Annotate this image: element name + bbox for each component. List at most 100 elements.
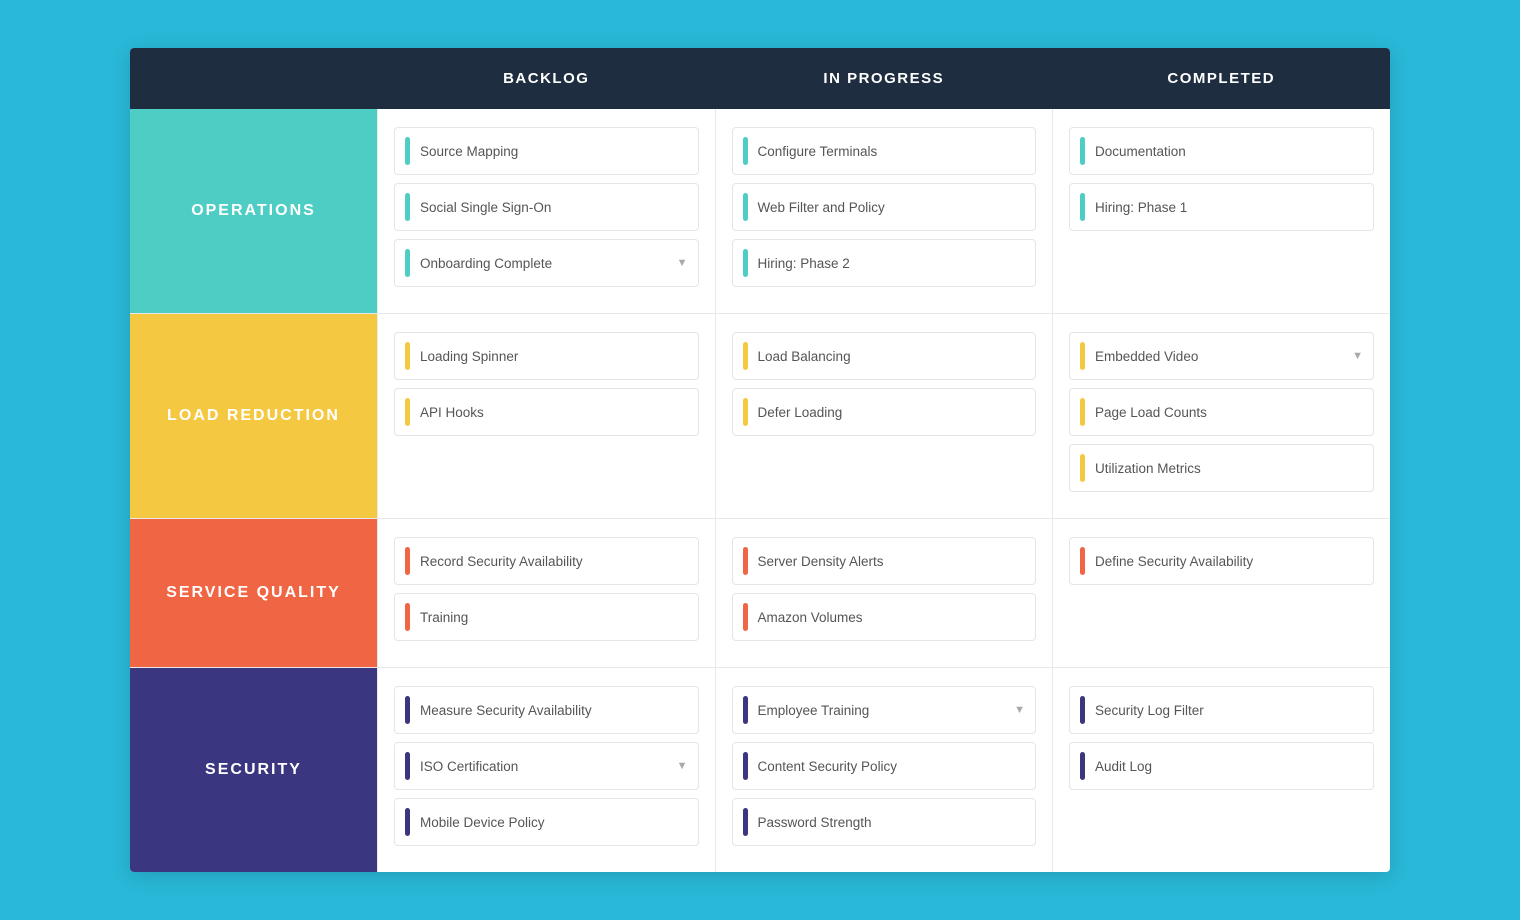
card-stripe <box>1080 696 1085 724</box>
card-text: Hiring: Phase 1 <box>1095 200 1363 215</box>
card-item[interactable]: Social Single Sign-On <box>394 183 699 231</box>
completed-header-label: COMPLETED <box>1167 70 1275 87</box>
card-stripe <box>743 137 748 165</box>
card-text: Utilization Metrics <box>1095 461 1363 476</box>
card-stripe <box>743 249 748 277</box>
backlog-cell-row3: Measure Security Availability ISO Certifi… <box>378 668 716 873</box>
card-text: Employee Training <box>758 703 1009 718</box>
card-text: Social Single Sign-On <box>420 200 688 215</box>
card-text: Source Mapping <box>420 144 688 159</box>
card-stripe <box>1080 454 1085 482</box>
card-item[interactable]: Utilization Metrics <box>1069 444 1374 492</box>
card-text: Measure Security Availability <box>420 703 688 718</box>
card-stripe <box>743 193 748 221</box>
chevron-down-icon[interactable]: ▼ <box>677 257 688 269</box>
category-load-reduction: LOAD REDUCTION <box>130 314 378 519</box>
card-stripe <box>405 249 410 277</box>
completed-cell-row0: Documentation Hiring: Phase 1 <box>1053 109 1391 314</box>
inprogress-header-label: IN PROGRESS <box>823 70 944 87</box>
card-item[interactable]: Web Filter and Policy <box>732 183 1037 231</box>
card-item[interactable]: Server Density Alerts <box>732 537 1037 585</box>
board-row: SERVICE QUALITYRecord Security Availabil… <box>130 519 1390 668</box>
card-text: Record Security Availability <box>420 554 688 569</box>
chevron-down-icon[interactable]: ▼ <box>1014 704 1025 716</box>
board-row: SECURITY Measure Security Availability ISO… <box>130 668 1390 873</box>
card-stripe <box>1080 752 1085 780</box>
chevron-down-icon[interactable]: ▼ <box>677 760 688 772</box>
card-stripe <box>743 547 748 575</box>
card-stripe <box>405 398 410 426</box>
card-stripe <box>1080 342 1085 370</box>
card-text: Training <box>420 610 688 625</box>
card-item[interactable]: Record Security Availability <box>394 537 699 585</box>
card-item[interactable]: Hiring: Phase 1 <box>1069 183 1374 231</box>
card-stripe <box>743 696 748 724</box>
card-text: Content Security Policy <box>758 759 1026 774</box>
card-text: Amazon Volumes <box>758 610 1026 625</box>
card-item[interactable]: API Hooks <box>394 388 699 436</box>
inprogress-cell-row0: Configure Terminals Web Filter and Policy… <box>715 109 1053 314</box>
card-text: Web Filter and Policy <box>758 200 1026 215</box>
card-item[interactable]: Training <box>394 593 699 641</box>
card-text: Embedded Video <box>1095 349 1346 364</box>
kanban-board: BACKLOG IN PROGRESS COMPLETED OPERATIONS… <box>130 48 1390 872</box>
card-stripe <box>743 342 748 370</box>
card-text: Password Strength <box>758 815 1026 830</box>
card-item[interactable]: Page Load Counts <box>1069 388 1374 436</box>
chevron-down-icon[interactable]: ▼ <box>1352 350 1363 362</box>
header-inprogress: IN PROGRESS <box>715 48 1053 109</box>
card-stripe <box>405 808 410 836</box>
card-item[interactable]: Employee Training ▼ <box>732 686 1037 734</box>
card-stripe <box>405 696 410 724</box>
completed-cell-row3: Security Log Filter Audit Log <box>1053 668 1391 873</box>
card-text: Page Load Counts <box>1095 405 1363 420</box>
card-item[interactable]: Source Mapping <box>394 127 699 175</box>
card-item[interactable]: Onboarding Complete▼ <box>394 239 699 287</box>
card-item[interactable]: Mobile Device Policy <box>394 798 699 846</box>
card-stripe <box>405 547 410 575</box>
header-backlog: BACKLOG <box>378 48 716 109</box>
card-item[interactable]: Audit Log <box>1069 742 1374 790</box>
card-stripe <box>405 752 410 780</box>
completed-cell-row1: Embedded Video ▼ Page Load Counts Utilizati… <box>1053 314 1391 519</box>
card-item[interactable]: Configure Terminals <box>732 127 1037 175</box>
card-item[interactable]: Defer Loading <box>732 388 1037 436</box>
card-stripe <box>743 603 748 631</box>
card-text: Configure Terminals <box>758 144 1026 159</box>
card-item[interactable]: Embedded Video ▼ <box>1069 332 1374 380</box>
card-item[interactable]: Hiring: Phase 2 <box>732 239 1037 287</box>
category-operations: OPERATIONS <box>130 109 378 314</box>
header-row: BACKLOG IN PROGRESS COMPLETED <box>130 48 1390 109</box>
card-text: Loading Spinner <box>420 349 688 364</box>
card-text: ISO Certification <box>420 759 671 774</box>
card-stripe <box>1080 193 1085 221</box>
card-item[interactable]: Loading Spinner <box>394 332 699 380</box>
category-security: SECURITY <box>130 668 378 873</box>
card-item[interactable]: Load Balancing <box>732 332 1037 380</box>
card-item[interactable]: ISO Certification ▼ <box>394 742 699 790</box>
card-item[interactable]: Content Security Policy <box>732 742 1037 790</box>
card-item[interactable]: Security Log Filter <box>1069 686 1374 734</box>
card-text: Load Balancing <box>758 349 1026 364</box>
card-text: API Hooks <box>420 405 688 420</box>
card-text: Mobile Device Policy <box>420 815 688 830</box>
category-service-quality: SERVICE QUALITY <box>130 519 378 668</box>
card-text: Defer Loading <box>758 405 1026 420</box>
card-stripe <box>405 137 410 165</box>
card-item[interactable]: Amazon Volumes <box>732 593 1037 641</box>
card-stripe <box>405 603 410 631</box>
card-item[interactable]: Documentation <box>1069 127 1374 175</box>
header-label-cell <box>130 48 378 109</box>
card-stripe <box>1080 547 1085 575</box>
card-stripe <box>743 808 748 836</box>
board-row: LOAD REDUCTIONLoading SpinnerAPI HooksLo… <box>130 314 1390 519</box>
card-stripe <box>743 398 748 426</box>
card-item[interactable]: Password Strength <box>732 798 1037 846</box>
card-item[interactable]: Define Security Availability <box>1069 537 1374 585</box>
backlog-cell-row1: Loading Spinner API Hooks <box>378 314 716 519</box>
completed-cell-row2: Define Security Availability <box>1053 519 1391 668</box>
backlog-cell-row2: Record Security Availability Training <box>378 519 716 668</box>
inprogress-cell-row2: Server Density Alerts Amazon Volumes <box>715 519 1053 668</box>
card-item[interactable]: Measure Security Availability <box>394 686 699 734</box>
card-stripe <box>405 342 410 370</box>
